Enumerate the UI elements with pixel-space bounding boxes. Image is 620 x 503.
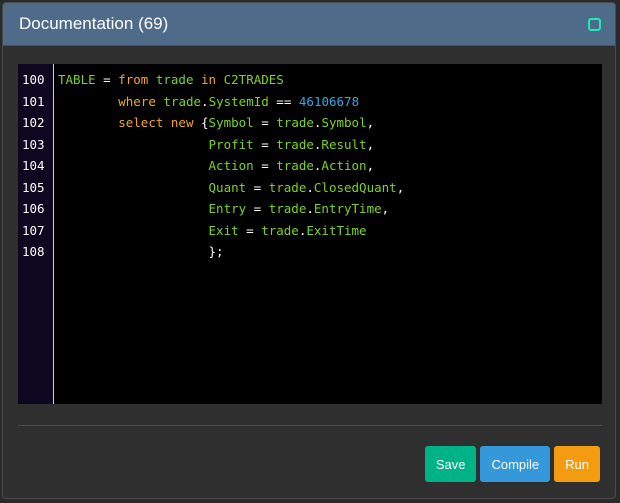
code-token: =: [246, 201, 269, 216]
line-number-gutter: 100 101 102 103 104 105 106 107 108: [18, 64, 54, 404]
code-token: ,: [366, 115, 375, 130]
code-token: .: [306, 201, 314, 216]
close-icon[interactable]: [588, 17, 601, 31]
code-token: =: [253, 158, 277, 173]
save-button[interactable]: Save: [424, 446, 477, 482]
code-token: Quant: [208, 179, 247, 195]
code-token: };: [208, 244, 224, 259]
code-token: ,: [366, 136, 375, 152]
code-token: ExitTime: [306, 222, 367, 238]
dialog-header: Documentation (69): [3, 3, 615, 46]
code-token: from: [118, 72, 149, 87]
code-token: trade: [276, 115, 314, 130]
code-token: =: [253, 115, 277, 130]
compile-button[interactable]: Compile: [480, 446, 551, 482]
code-token: =: [95, 72, 119, 87]
line-number: 101: [22, 93, 45, 109]
code-token: Symbol: [321, 115, 367, 130]
code-line: TABLE = from trade in C2TRADES: [58, 69, 602, 91]
code-token: {: [193, 115, 209, 130]
code-line: };: [58, 241, 602, 263]
code-token: C2TRADES: [223, 72, 284, 87]
line-number: 106: [22, 201, 45, 216]
code-token: where: [118, 93, 156, 109]
code-token: TABLE: [58, 72, 96, 87]
code-token: =: [238, 222, 262, 238]
code-token: Result: [321, 136, 367, 152]
code-token: ==: [268, 93, 299, 109]
code-token: select: [118, 115, 164, 130]
divider: [18, 425, 602, 426]
dialog-footer: Save Compile Run: [424, 446, 600, 482]
code-token: trade: [276, 136, 314, 152]
code-token: ,: [396, 179, 405, 195]
code-token: =: [253, 136, 277, 152]
code-token: trade: [261, 222, 299, 238]
code-token: Action: [208, 158, 254, 173]
code-line: select new {Symbol = trade.Symbol,: [58, 112, 602, 134]
code-token: Exit: [208, 222, 239, 238]
code-line: Exit = trade.ExitTime: [58, 220, 602, 242]
code-token: ClosedQuant: [313, 179, 397, 195]
code-token: Symbol: [208, 115, 254, 130]
code-token: Action: [321, 158, 367, 173]
code-token: in: [201, 72, 217, 87]
line-number: 108: [22, 244, 45, 259]
code-token: 46106678: [298, 93, 360, 109]
code-token: Entry: [208, 201, 247, 216]
code-token: =: [246, 179, 269, 195]
code-token: trade: [268, 201, 307, 216]
code-token: Profit: [208, 136, 254, 152]
dialog-title: Documentation (69): [19, 14, 169, 33]
line-number: 107: [22, 222, 45, 238]
code-editor[interactable]: 100 101 102 103 104 105 106 107 108 TABLE = from…: [18, 64, 602, 404]
run-button[interactable]: Run: [554, 446, 600, 482]
code-token: SystemId: [208, 93, 269, 109]
line-number: 105: [22, 179, 45, 195]
code-line: Profit = trade.Result,: [58, 134, 602, 156]
code-line: Quant = trade.ClosedQuant,: [58, 177, 602, 199]
code-area[interactable]: TABLE = from trade in C2TRADES where tra…: [54, 64, 602, 404]
code-line: Entry = trade.EntryTime,: [58, 198, 602, 220]
code-token: trade: [268, 179, 307, 195]
documentation-dialog: Documentation (69) 100 101 102 103 104 105 106…: [2, 2, 616, 499]
code-token: trade: [163, 93, 202, 109]
line-number: 104: [22, 158, 45, 173]
code-token: ,: [381, 201, 390, 216]
code-token: EntryTime: [313, 201, 382, 216]
code-token: ,: [366, 158, 375, 173]
code-token: trade: [155, 72, 194, 87]
line-number: 100: [22, 72, 45, 87]
code-token: .: [201, 93, 209, 109]
code-token: new: [170, 115, 194, 130]
code-line: where trade.SystemId == 46106678: [58, 91, 602, 113]
code-token: .: [306, 179, 314, 195]
code-token: trade: [276, 158, 314, 173]
line-number: 103: [22, 136, 45, 152]
line-number: 102: [22, 115, 45, 130]
code-line: Action = trade.Action,: [58, 155, 602, 177]
